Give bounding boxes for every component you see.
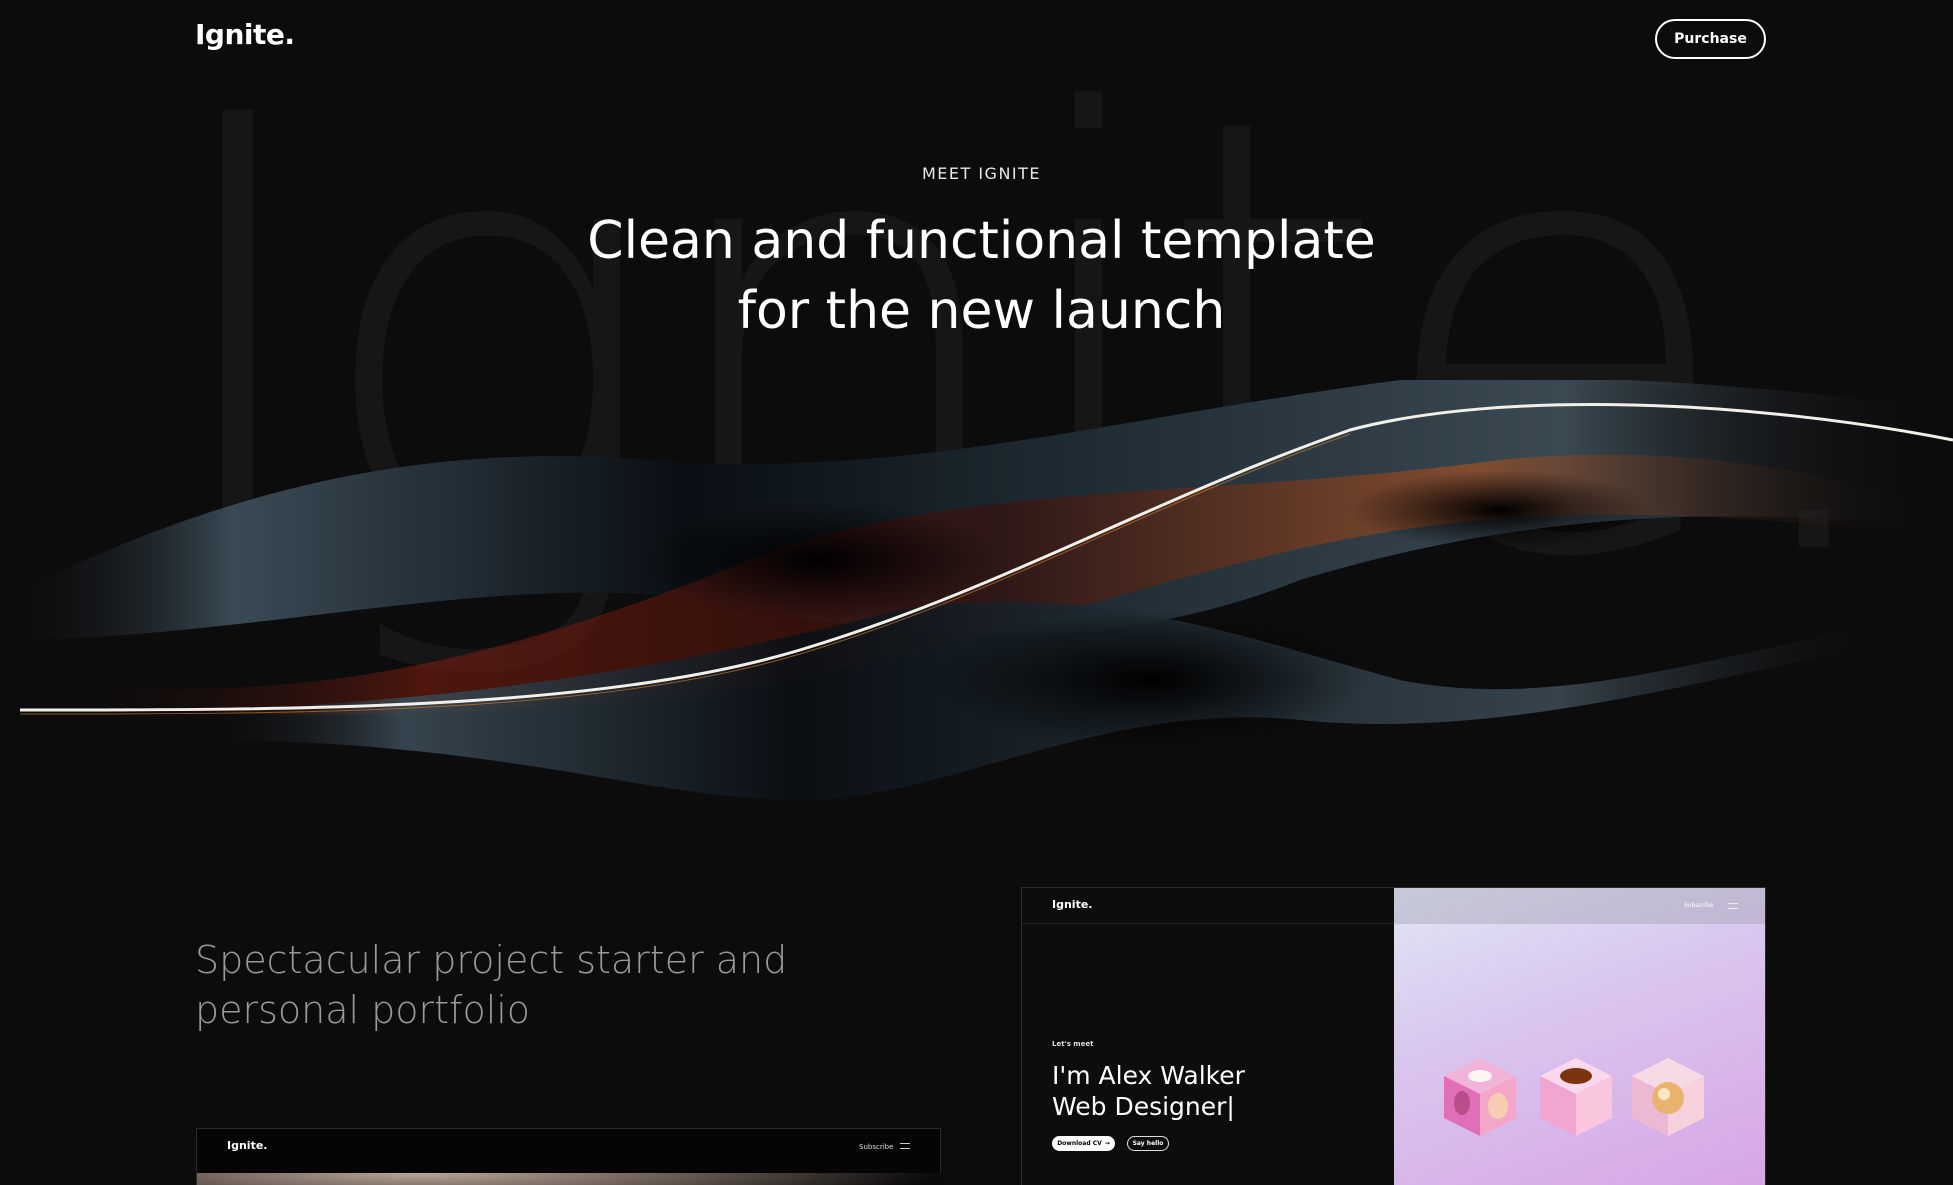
preview-small-subscribe: Subscribe <box>859 1143 894 1151</box>
say-hello-button: Say hello <box>1127 1136 1169 1151</box>
preview-large-logo: Ignite. <box>1052 898 1093 911</box>
download-cv-button: Download CV → <box>1052 1136 1115 1151</box>
cube-art <box>1540 1058 1612 1136</box>
subtitle-line1: Spectacular project starter and <box>195 938 788 982</box>
hero-title-line1: Clean and functional template <box>587 211 1376 271</box>
preview-card-large[interactable]: Ignite. Let's meet I'm Alex Walker Web D… <box>1021 887 1766 1185</box>
arrow-right-icon: → <box>1104 1140 1110 1147</box>
preview-large-subscribe: Subscribe <box>1684 902 1714 909</box>
subtitle-line2: personal portfolio <box>195 988 531 1032</box>
site-logo[interactable]: Ignite. <box>195 18 295 51</box>
cube-art <box>1632 1058 1704 1136</box>
hero-title-line2: for the new launch <box>737 281 1226 341</box>
menu-icon <box>1728 903 1738 909</box>
menu-icon <box>900 1143 910 1149</box>
hero-ribbon-art <box>0 380 1953 800</box>
preview-large-left: Ignite. Let's meet I'm Alex Walker Web D… <box>1022 888 1394 1185</box>
cube-art <box>1444 1058 1516 1136</box>
preview-title-line1: I'm Alex Walker <box>1052 1061 1245 1090</box>
preview-small-logo: Ignite. <box>227 1139 268 1152</box>
download-cv-label: Download CV <box>1057 1140 1102 1147</box>
preview-card-small[interactable]: Ignite. Subscribe <box>196 1128 942 1185</box>
purchase-button[interactable]: Purchase <box>1655 19 1766 59</box>
section-subtitle: Spectacular project starter and personal… <box>195 935 815 1035</box>
preview-title-line2: Web Designer| <box>1052 1092 1235 1121</box>
hero-eyebrow: MEET IGNITE <box>921 164 1042 183</box>
preview-large-right: Subscribe <box>1394 888 1765 1185</box>
preview-large-title: I'm Alex Walker Web Designer| <box>1052 1060 1245 1122</box>
page: Ignite. Ignite. Purchase MEET IGNITE Cle… <box>0 0 1953 1185</box>
hero-title: Clean and functional template for the ne… <box>0 206 1953 346</box>
preview-large-eyebrow: Let's meet <box>1052 1040 1094 1048</box>
preview-small-hero-image <box>197 1173 942 1185</box>
